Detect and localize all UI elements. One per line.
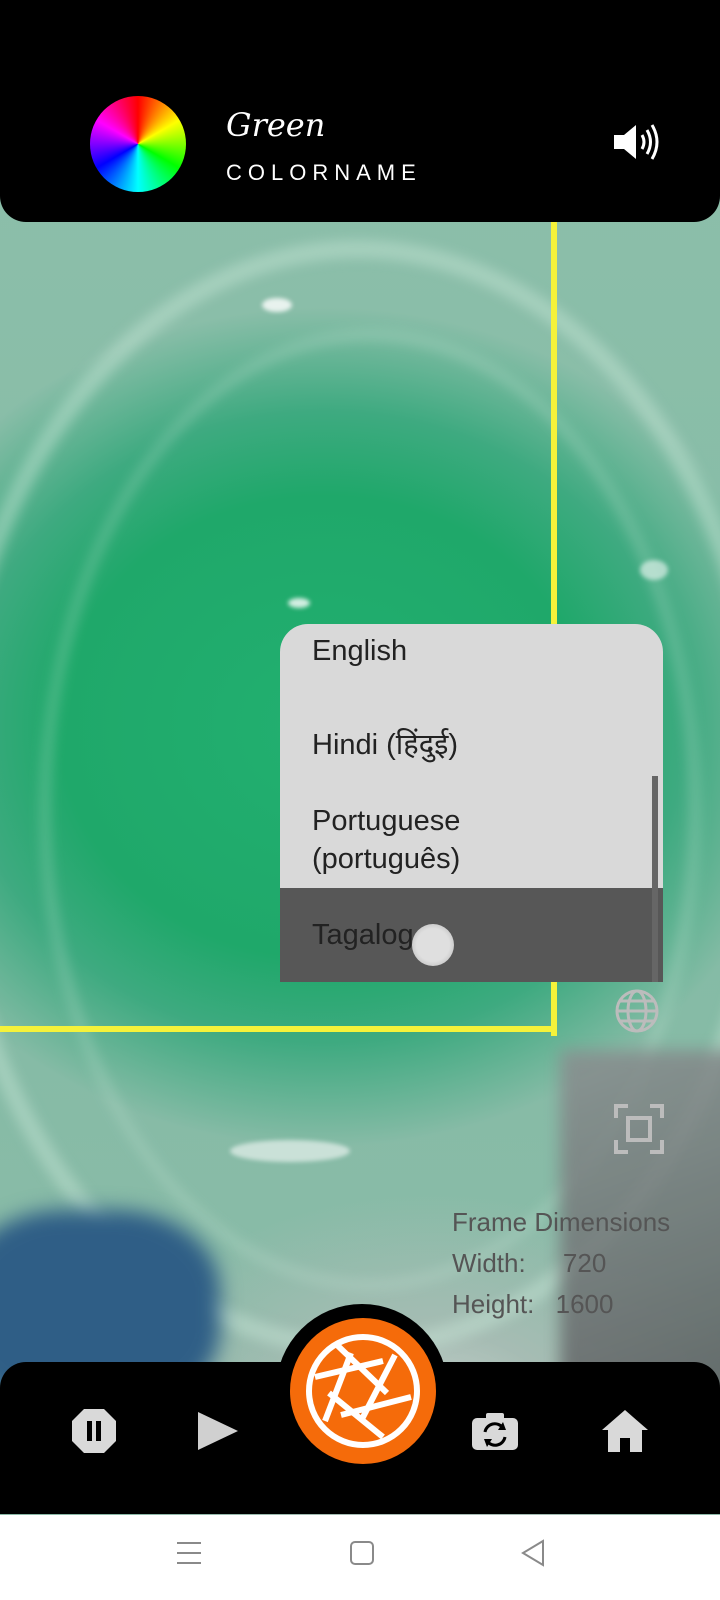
top-bar: Green COLORNAME	[0, 0, 720, 222]
language-option-english[interactable]: English	[312, 632, 407, 670]
switch-camera-icon[interactable]	[470, 1410, 520, 1452]
frame-height-row: Height: 1600	[452, 1289, 614, 1319]
language-option-tagalog[interactable]: Tagalog	[280, 888, 663, 982]
glare	[262, 298, 292, 312]
glare	[230, 1140, 350, 1162]
frame-dimensions-title: Frame Dimensions	[452, 1207, 671, 1237]
glare	[288, 598, 310, 608]
dropdown-scrollbar[interactable]	[652, 776, 658, 982]
language-option-hindi[interactable]: Hindi (हिंदुई)	[312, 726, 458, 764]
frame-width-row: Width: 720	[452, 1248, 607, 1278]
play-icon[interactable]	[196, 1410, 240, 1452]
camera-shutter-icon	[306, 1334, 420, 1448]
detected-color-name: Green	[226, 106, 326, 144]
speaker-icon[interactable]	[612, 122, 662, 162]
pause-icon[interactable]	[70, 1407, 118, 1455]
globe-icon[interactable]	[614, 988, 660, 1034]
fullscreen-icon[interactable]	[614, 1104, 664, 1154]
menu-icon[interactable]	[176, 1540, 202, 1566]
system-navigation-bar	[0, 1515, 720, 1600]
language-dropdown[interactable]: English Hindi (हिंदुई) Portuguese (portu…	[280, 624, 663, 982]
back-icon[interactable]	[520, 1539, 546, 1567]
frame-dimensions-info: Frame Dimensions Width: 720 Height: 1600	[452, 1202, 670, 1325]
home-icon[interactable]	[600, 1408, 650, 1454]
color-name-label: COLORNAME	[226, 160, 422, 185]
touch-indicator	[412, 924, 454, 966]
home-nav-icon[interactable]	[349, 1540, 375, 1566]
color-wheel-icon	[90, 96, 186, 192]
capture-button[interactable]	[290, 1318, 436, 1464]
glare	[640, 560, 668, 580]
